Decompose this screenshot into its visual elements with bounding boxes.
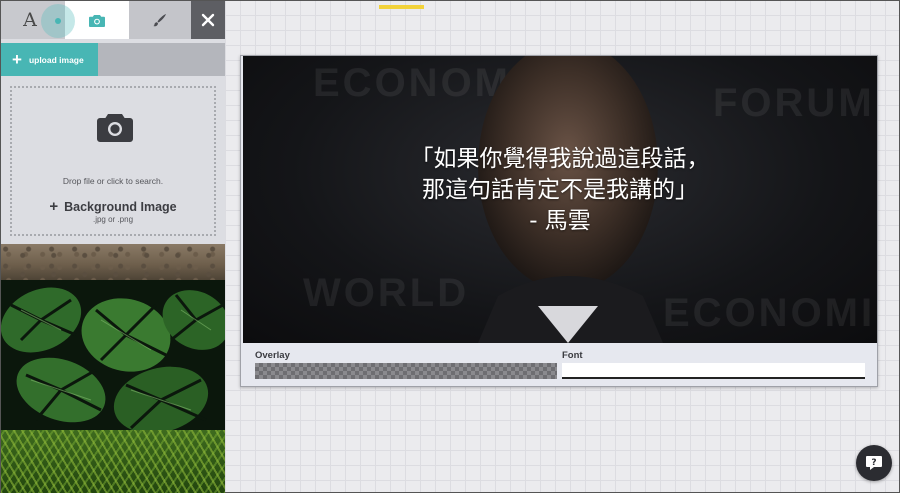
- canvas-card: ECONOMIC FORUM WORLD ECONOMIC 「如果你覺得我說過這…: [240, 55, 878, 387]
- help-chat-icon: ?: [866, 456, 882, 470]
- text-icon: A: [23, 9, 37, 31]
- svg-text:?: ?: [871, 458, 876, 468]
- upload-bar: + upload image: [1, 43, 225, 76]
- font-label: Font: [562, 350, 583, 361]
- tool-tabs: A: [1, 1, 225, 39]
- upload-image-label: upload image: [28, 54, 84, 65]
- background-image-label: Background Image: [64, 200, 177, 214]
- quote-text[interactable]: 「如果你覺得我說過這段話， 那這句話肯定不是我講的」 - 馬雲: [243, 144, 877, 236]
- close-button[interactable]: [191, 1, 225, 39]
- brush-icon: [153, 14, 166, 27]
- overlay-label: Overlay: [255, 350, 290, 361]
- monstera-leaves-thumbnail[interactable]: [1, 280, 225, 430]
- background-image-title: + Background Image: [12, 198, 214, 215]
- dropzone-hint: Drop file or click to search.: [62, 176, 164, 186]
- close-icon: [201, 13, 215, 27]
- fern-thumbnail[interactable]: [1, 430, 225, 493]
- background-image-dropzone[interactable]: Drop file or click to search. + Backgroun…: [10, 86, 216, 236]
- plus-icon: +: [12, 50, 22, 69]
- sidebar: A + upload image Drop file or click to s…: [1, 1, 225, 493]
- background-photo[interactable]: ECONOMIC FORUM WORLD ECONOMIC 「如果你覺得我說過這…: [243, 56, 877, 343]
- plus-icon: +: [49, 198, 59, 215]
- top-indicator: [379, 5, 424, 9]
- brush-tool-tab[interactable]: [129, 1, 191, 39]
- quote-line: 那這句話肯定不是我講的」: [422, 176, 698, 203]
- camera-icon: [89, 14, 105, 27]
- upload-image-button[interactable]: + upload image: [1, 43, 98, 76]
- font-color-picker[interactable]: [562, 363, 865, 379]
- monstera-leaves-image: [1, 280, 225, 430]
- dirt-thumbnail[interactable]: [1, 244, 225, 280]
- quote-author: - 馬雲: [529, 207, 591, 234]
- accepted-formats: .jpg or .png: [92, 215, 134, 224]
- overlay-color-picker[interactable]: [255, 363, 557, 379]
- quote-line: 「如果你覺得我說過這段話，: [410, 146, 710, 172]
- camera-icon: [97, 114, 133, 142]
- click-ripple: [41, 4, 75, 38]
- help-button[interactable]: ?: [856, 445, 892, 481]
- text-tool-tab[interactable]: A: [1, 1, 75, 39]
